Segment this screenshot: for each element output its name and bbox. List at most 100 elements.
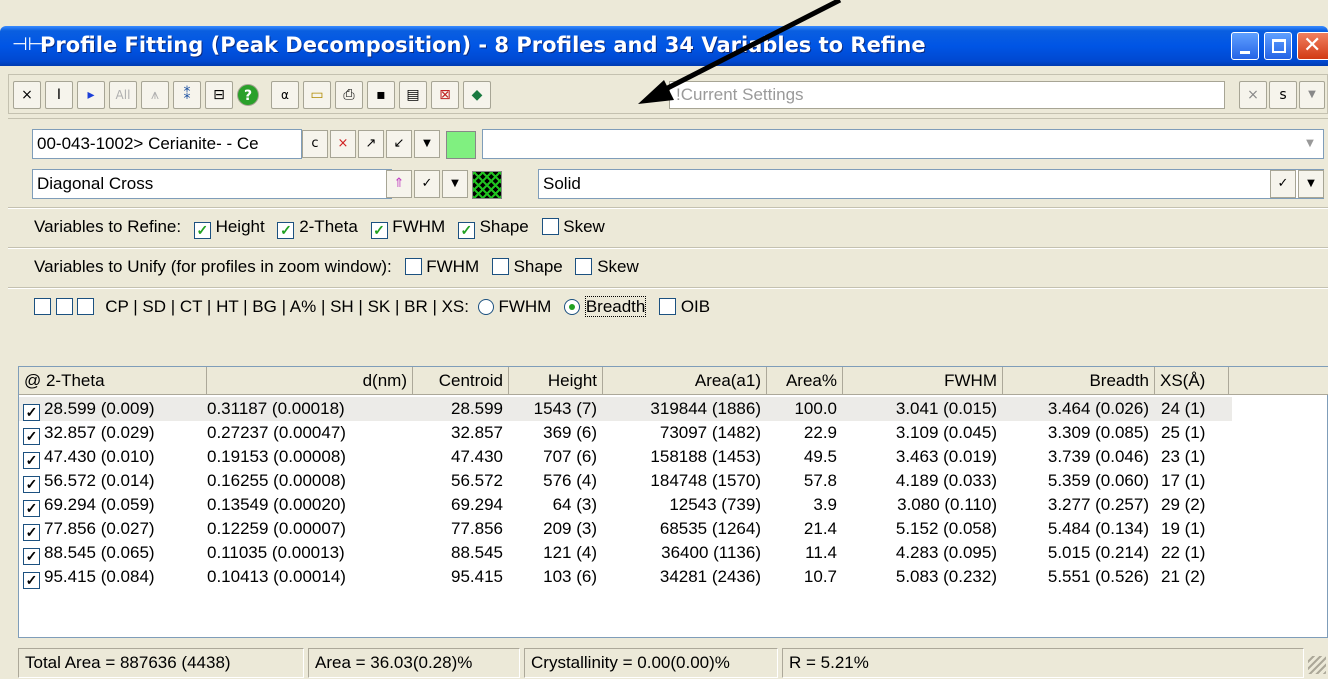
print-icon[interactable]: ⎙	[335, 81, 363, 109]
cell-2theta-text: 95.415 (0.084)	[44, 567, 155, 586]
alpha-icon[interactable]: α	[271, 81, 299, 109]
table-row[interactable]: ✓ 56.572 (0.014) 0.16255 (0.00008) 56.572 57…	[19, 469, 1328, 493]
cell-centroid-text: 47.430	[451, 447, 503, 466]
col-d[interactable]: d(nm)	[207, 367, 413, 395]
all-button[interactable]: All	[109, 81, 137, 109]
cell-centroid: 77.856	[413, 517, 503, 541]
close-button[interactable]: ✕	[1297, 32, 1328, 60]
unify-skew-checkbox[interactable]: Skew	[575, 257, 639, 276]
cell-breadth: 5.551 (0.526)	[1003, 565, 1149, 589]
option2-checkbox[interactable]	[55, 298, 73, 315]
unify-shape-checkbox[interactable]: Shape	[491, 257, 563, 276]
refine-2theta-checkbox[interactable]: ✓ 2-Theta	[277, 217, 358, 239]
refine-skew-checkbox[interactable]: Skew	[541, 217, 605, 236]
cell-breadth: 3.277 (0.257)	[1003, 493, 1149, 517]
col-height[interactable]: Height	[509, 367, 603, 395]
settings-dropdown-button[interactable]: ▼	[1299, 81, 1325, 109]
play-button[interactable]: ▸	[77, 81, 105, 109]
row-checkbox[interactable]: ✓	[23, 572, 40, 589]
peaks-button[interactable]: ⩚	[141, 81, 169, 109]
cell-xs-text: 23 (1)	[1161, 447, 1206, 466]
panel-icon[interactable]: ⊟	[205, 81, 233, 109]
phase-up-arrow-icon[interactable]: ↗	[358, 130, 384, 158]
row-checkbox[interactable]: ✓	[23, 452, 40, 469]
option3-checkbox[interactable]	[77, 298, 95, 315]
table-row[interactable]: ✓ 77.856 (0.027) 0.12259 (0.00007) 77.856 20…	[19, 517, 1328, 541]
help-icon[interactable]: ?	[237, 84, 259, 106]
minimize-button[interactable]	[1231, 32, 1259, 60]
phase-field[interactable]: 00-043-1002> Cerianite- - Ce	[32, 129, 302, 159]
col-breadth[interactable]: Breadth	[1003, 367, 1155, 395]
maximize-button[interactable]	[1264, 32, 1292, 60]
color-field[interactable]	[482, 129, 1324, 159]
resize-grip-icon[interactable]	[1308, 656, 1326, 674]
col-2theta[interactable]: @ 2-Theta	[19, 367, 207, 395]
cell-area-text: 158188 (1453)	[650, 447, 761, 466]
options-row: CP | SD | CT | HT | BG | A% | SH | SK | …	[34, 296, 710, 317]
row-checkbox[interactable]: ✓	[23, 524, 40, 541]
clear-button[interactable]: ×	[13, 81, 41, 109]
refine-shape-checkbox[interactable]: ✓ Shape	[457, 217, 529, 239]
cell-height-text: 369 (6)	[543, 423, 597, 442]
settings-diamond-icon[interactable]: ◆	[463, 81, 491, 109]
fill-check-icon[interactable]: ✓	[1270, 170, 1296, 198]
row-checkbox[interactable]: ✓	[23, 548, 40, 565]
cell-2theta: ✓ 28.599 (0.009)	[23, 397, 203, 421]
save-icon[interactable]: ▪	[367, 81, 395, 109]
pattern-check-icon[interactable]: ✓	[414, 170, 440, 198]
checkbox-unchecked-icon	[491, 258, 509, 275]
table-row[interactable]: ✓ 32.857 (0.029) 0.27237 (0.00047) 32.857 36…	[19, 421, 1328, 445]
cell-2theta: ✓ 56.572 (0.014)	[23, 469, 203, 493]
cell-d-text: 0.13549 (0.00020)	[207, 495, 346, 514]
settings-panel: 00-043-1002> Cerianite- - Ce c × ↗ ↙ ▼ ▼…	[8, 118, 1328, 366]
fill-style-field[interactable]: Solid	[538, 169, 1324, 199]
open-folder-icon[interactable]: ▭	[303, 81, 331, 109]
row-checkbox[interactable]: ✓	[23, 476, 40, 493]
pattern-swatch[interactable]	[472, 171, 502, 199]
phase-down-arrow-icon[interactable]: ↙	[386, 130, 412, 158]
cell-d-text: 0.27237 (0.00047)	[207, 423, 346, 442]
color-swatch[interactable]	[446, 131, 476, 159]
col-xs[interactable]: XS(Å)	[1155, 367, 1229, 395]
pattern-dropdown-button[interactable]: ▼	[442, 170, 468, 198]
xs-fwhm-radio[interactable]: FWHM	[477, 297, 551, 316]
cursor-button[interactable]: I	[45, 81, 73, 109]
cell-centroid-text: 56.572	[451, 471, 503, 490]
export-icon[interactable]: ⊠	[431, 81, 459, 109]
table-row[interactable]: ✓ 28.599 (0.009) 0.31187 (0.00018) 28.599 15…	[19, 397, 1232, 421]
oib-checkbox[interactable]: OIB	[659, 297, 710, 316]
phase-dropdown-button[interactable]: ▼	[414, 130, 440, 158]
unify-fwhm-checkbox[interactable]: FWHM	[404, 257, 479, 276]
phase-c-button[interactable]: c	[302, 130, 328, 158]
table-row[interactable]: ✓ 88.545 (0.065) 0.11035 (0.00013) 88.545 12…	[19, 541, 1328, 565]
color-dropdown-icon[interactable]: ▼	[1300, 133, 1320, 155]
row-checkbox[interactable]: ✓	[23, 428, 40, 445]
current-settings-field[interactable]: !Current Settings	[669, 81, 1225, 109]
table-row[interactable]: ✓ 95.415 (0.084) 0.10413 (0.00014) 95.415 10…	[19, 565, 1328, 589]
col-fwhm[interactable]: FWHM	[843, 367, 1003, 395]
distribute-icon[interactable]: ⁑	[173, 81, 201, 109]
pattern-up-icon[interactable]: ⇑	[386, 170, 412, 198]
settings-save-button[interactable]: s	[1269, 81, 1297, 109]
option1-checkbox[interactable]	[34, 298, 51, 315]
table-row[interactable]: ✓ 47.430 (0.010) 0.19153 (0.00008) 47.430 70…	[19, 445, 1328, 469]
refine-height-checkbox[interactable]: ✓ Height	[193, 217, 265, 239]
refine-fwhm-checkbox[interactable]: ✓ FWHM	[370, 217, 445, 239]
col-area-pct[interactable]: Area%	[767, 367, 843, 395]
settings-delete-button[interactable]: ×	[1239, 81, 1267, 109]
table-row[interactable]: ✓ 69.294 (0.059) 0.13549 (0.00020) 69.294 64…	[19, 493, 1328, 517]
title-bar[interactable]: ⊣⊢ Profile Fitting (Peak Decomposition) …	[0, 26, 1328, 66]
cell-area: 73097 (1482)	[603, 421, 761, 445]
row-checkbox[interactable]: ✓	[23, 500, 40, 517]
checkbox-unchecked-icon	[541, 218, 559, 235]
phase-delete-button[interactable]: ×	[330, 130, 356, 158]
pattern-field[interactable]: Diagonal Cross	[32, 169, 392, 199]
copy-icon[interactable]: ▤	[399, 81, 427, 109]
col-centroid[interactable]: Centroid	[413, 367, 509, 395]
row-checkbox[interactable]: ✓	[23, 404, 40, 421]
xs-breadth-radio[interactable]: Breadth	[564, 296, 647, 317]
fill-dropdown-button[interactable]: ▼	[1298, 170, 1324, 198]
cell-area-pct-text: 10.7	[803, 567, 837, 586]
cell-d: 0.16255 (0.00008)	[207, 469, 407, 493]
col-area[interactable]: Area(a1)	[603, 367, 767, 395]
